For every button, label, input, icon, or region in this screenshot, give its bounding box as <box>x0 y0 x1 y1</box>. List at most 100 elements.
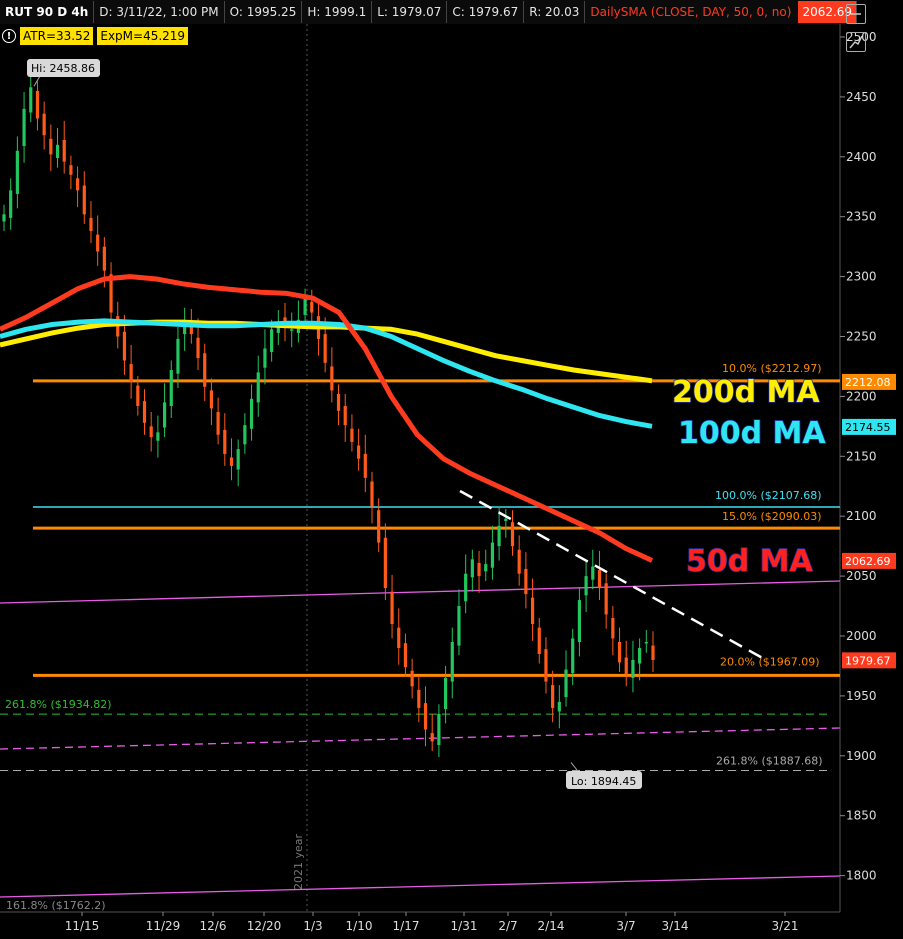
candle-body <box>638 647 642 664</box>
x-tick-label: 3/14 <box>662 919 689 933</box>
candle-body <box>477 562 481 577</box>
candle-body <box>490 542 495 568</box>
candle-body <box>270 329 274 353</box>
chart-header: RUT 90 D 4h D: 3/11/22, 1:00 PM O: 1995.… <box>0 0 858 24</box>
low-value: L: 1979.07 <box>372 1 448 23</box>
candle-body <box>330 366 334 391</box>
price-chart[interactable]: 2021 year2500245024002350230022502200215… <box>0 0 903 939</box>
expm-badge: ExpM=45.219 <box>97 27 189 45</box>
candle-body <box>343 405 347 426</box>
ma-label-50d: 50d MA <box>686 544 814 579</box>
close-value: C: 1979.67 <box>447 1 525 23</box>
candle-body <box>229 457 234 466</box>
x-tick-label: 12/20 <box>247 919 282 933</box>
candle-body <box>390 591 394 625</box>
y-tick-label: 2100 <box>846 509 877 523</box>
candle-body <box>584 576 588 596</box>
y-tick-label: 2200 <box>846 389 877 403</box>
open-value: O: 1995.25 <box>225 1 303 23</box>
y-tick-label: 2150 <box>846 449 877 463</box>
candle-body <box>129 364 133 383</box>
x-tick-label: 1/3 <box>303 919 322 933</box>
candle-body <box>75 178 80 191</box>
candle-body <box>2 214 6 222</box>
y-tick-label: 2000 <box>846 629 877 643</box>
y-tick-label: 1950 <box>846 689 877 703</box>
candle-body <box>96 234 100 252</box>
y-tick-label: 2450 <box>846 90 877 104</box>
level-20pct-label: 20.0% ($1967.09) <box>720 655 820 668</box>
x-tick-label: 2/14 <box>538 919 565 933</box>
level-10pct-label: 10.0% ($2212.97) <box>722 362 822 375</box>
fib-161-label: 161.8% ($1762.2) <box>6 899 106 912</box>
candle-body <box>142 401 147 423</box>
candle-body <box>55 144 60 158</box>
x-tick-label: 12/6 <box>200 919 227 933</box>
hi-callout-label: Hi: 2458.86 <box>31 62 95 75</box>
candle-body <box>617 641 622 663</box>
candle-body <box>437 713 441 746</box>
candle-body <box>383 537 387 589</box>
candle-body <box>651 645 655 660</box>
candle-body <box>357 445 361 459</box>
candle-body <box>457 606 461 646</box>
ma-label-200d: 200d MA <box>672 375 820 410</box>
candle-body <box>517 549 521 574</box>
candle-body <box>363 453 367 478</box>
study-label[interactable]: DailySMA (CLOSE, DAY, 50, 0, no) <box>585 1 796 23</box>
chart-background <box>0 0 903 939</box>
candle-body <box>303 298 307 315</box>
candle-body <box>203 353 207 387</box>
alert-icon[interactable]: ! <box>2 29 16 43</box>
y-tick-label: 1850 <box>846 809 877 823</box>
candle-body <box>216 411 220 435</box>
year-marker-label: 2021 year <box>292 833 305 890</box>
candle-body <box>410 670 414 687</box>
candle-body <box>430 733 434 742</box>
candle-body <box>624 657 628 675</box>
y-tick-label: 2350 <box>846 210 877 224</box>
candle-body <box>350 428 354 442</box>
candle-body <box>89 217 93 232</box>
candle-body <box>62 140 66 162</box>
candle-body <box>82 185 86 215</box>
candle-body <box>631 659 635 678</box>
price-label-text: 2062.69 <box>845 555 891 568</box>
x-tick-label: 3/7 <box>616 919 635 933</box>
atr-badge: ATR=33.52 <box>20 27 94 45</box>
candle-body <box>149 426 153 438</box>
candle-body <box>417 689 421 708</box>
candle-body <box>571 638 575 674</box>
candle-body <box>35 90 40 119</box>
candle-body <box>544 649 548 682</box>
candle-body <box>403 643 408 668</box>
trend-icon[interactable] <box>846 32 866 52</box>
range-value: R: 20.03 <box>524 1 586 23</box>
y-tick-label: 2250 <box>846 330 877 344</box>
indicator-badges: ! ATR=33.52 ExpM=45.219 <box>2 27 189 45</box>
candle-body <box>223 429 227 454</box>
zoom-out-icon[interactable] <box>846 4 866 24</box>
candle-body <box>423 703 428 730</box>
candle-body <box>470 559 474 578</box>
x-tick-label: 1/31 <box>451 919 478 933</box>
candle-body <box>530 597 535 625</box>
candle-body <box>397 627 401 648</box>
candle-body <box>450 641 454 682</box>
candle-body <box>249 398 254 429</box>
x-tick-label: 3/21 <box>772 919 799 933</box>
candle-body <box>236 449 240 470</box>
candle-body <box>263 348 267 368</box>
date-label: D: 3/11/22, 1:00 PM <box>94 1 225 23</box>
candle-body <box>102 246 106 271</box>
price-label-text: 1979.67 <box>845 654 891 667</box>
candle-body <box>336 394 341 411</box>
symbol-label[interactable]: RUT 90 D 4h <box>0 1 95 23</box>
y-tick-label: 1900 <box>846 749 877 763</box>
candle-body <box>537 627 541 654</box>
candle-body <box>370 481 374 507</box>
chart-tools <box>846 4 866 52</box>
ma-label-100d: 100d MA <box>678 416 826 451</box>
candle-body <box>196 337 200 359</box>
candle-body <box>122 331 127 361</box>
